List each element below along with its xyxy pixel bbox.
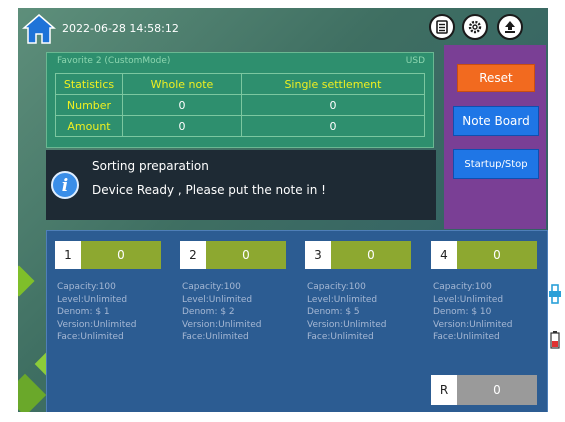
gear-icon (468, 20, 482, 34)
column-header: Whole note (122, 73, 242, 95)
connector-icon (549, 284, 561, 304)
pocket-info: Capacity:100 Level:Unlimited Denom: $ 5 … (307, 281, 386, 344)
cell-value: 0 (240, 115, 426, 137)
pocket-version: Version:Unlimited (182, 319, 262, 330)
pocket-face: Face:Unlimited (57, 332, 124, 342)
column-header: Single settlement (240, 73, 426, 95)
pocket-level: Level:Unlimited (57, 294, 128, 305)
pocket-version: Version:Unlimited (433, 319, 513, 330)
pocket-count: 0 (81, 241, 161, 269)
pocket-face: Face:Unlimited (182, 332, 249, 342)
settings-button[interactable] (462, 14, 488, 40)
pocket-denom: Denom: $ 1 (57, 307, 110, 317)
row-label: Amount (55, 115, 123, 137)
pocket-capacity: Capacity:100 (433, 282, 492, 292)
pocket-number: 2 (180, 241, 206, 269)
cell-value: 0 (122, 115, 242, 137)
pocket-version: Version:Unlimited (57, 319, 137, 330)
home-icon[interactable] (22, 12, 56, 46)
pocket-level: Level:Unlimited (433, 294, 504, 305)
reset-button[interactable]: Reset (457, 64, 535, 92)
document-button[interactable] (429, 14, 455, 40)
cell-value: 0 (240, 94, 426, 116)
info-icon: i (51, 171, 79, 199)
pocket-denom: Denom: $ 5 (307, 307, 360, 317)
pocket-number: 4 (431, 241, 457, 269)
message-title: Sorting preparation (92, 159, 209, 173)
decor-diamond (18, 265, 35, 297)
decor-diamond (18, 373, 47, 412)
column-header: Statistics (55, 73, 123, 95)
pocket-number: 1 (55, 241, 81, 269)
battery-icon (550, 331, 560, 349)
pocket-face: Face:Unlimited (307, 332, 374, 342)
control-panel: Reset Note Board Startup/Stop (444, 45, 546, 229)
pocket-number: 3 (305, 241, 331, 269)
pocket-count: 0 (331, 241, 411, 269)
pocket-face: Face:Unlimited (433, 332, 500, 342)
pockets-panel: 1 0 Capacity:100 Level:Unlimited Denom: … (46, 230, 548, 412)
pocket-count: 0 (457, 241, 537, 269)
device-screen: 2022-06-28 14:58:12 Favorite 2 (CustomMo… (18, 8, 548, 412)
startup-stop-button[interactable]: Startup/Stop (453, 149, 539, 179)
currency-label: USD (405, 56, 425, 66)
pocket-version: Version:Unlimited (307, 319, 387, 330)
cell-value: 0 (122, 94, 242, 116)
pocket-level: Level:Unlimited (307, 294, 378, 305)
note-board-button[interactable]: Note Board (453, 106, 539, 136)
pocket-info: Capacity:100 Level:Unlimited Denom: $ 10… (433, 281, 512, 344)
statistics-panel: Favorite 2 (CustomMode) USD Statistics W… (46, 52, 434, 148)
message-text: Device Ready , Please put the note in ! (92, 183, 326, 197)
mode-label: Favorite 2 (CustomMode) (57, 56, 171, 66)
pocket-denom: Denom: $ 10 (433, 307, 492, 317)
svg-text:i: i (62, 176, 68, 196)
upload-button[interactable] (497, 14, 523, 40)
pocket-count: 0 (206, 241, 286, 269)
reject-label: R (431, 375, 457, 405)
row-label: Number (55, 94, 123, 116)
pocket-denom: Denom: $ 2 (182, 307, 235, 317)
message-panel: i Sorting preparation Device Ready , Ple… (46, 150, 436, 220)
reject-pocket[interactable]: R 0 (431, 375, 543, 405)
upload-icon (505, 21, 515, 33)
table-header-row: Statistics Whole note Single settlement (55, 73, 426, 95)
pocket-capacity: Capacity:100 (57, 282, 116, 292)
datetime-display: 2022-06-28 14:58:12 (62, 22, 179, 35)
pocket-capacity: Capacity:100 (307, 282, 366, 292)
pocket-capacity: Capacity:100 (182, 282, 241, 292)
pocket-info: Capacity:100 Level:Unlimited Denom: $ 2 … (182, 281, 261, 344)
document-icon (436, 20, 448, 34)
table-row: Number 0 0 (55, 94, 426, 116)
table-row: Amount 0 0 (55, 115, 426, 137)
pocket-level: Level:Unlimited (182, 294, 253, 305)
pocket-info: Capacity:100 Level:Unlimited Denom: $ 1 … (57, 281, 136, 344)
statistics-table: Statistics Whole note Single settlement … (55, 73, 426, 137)
reject-count: 0 (457, 375, 537, 405)
